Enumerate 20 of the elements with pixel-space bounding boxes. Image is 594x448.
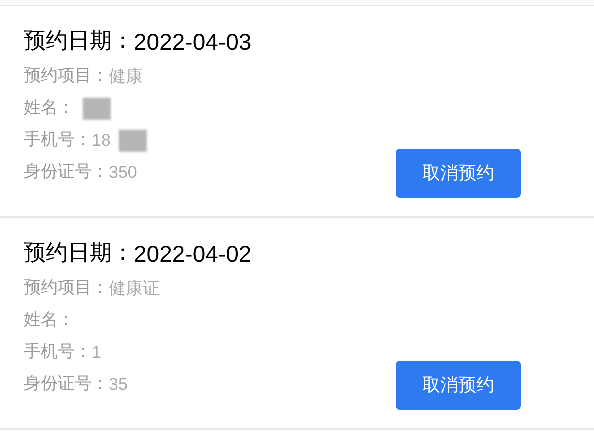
field-value: 18: [92, 130, 111, 152]
field-label: 身份证号：: [24, 161, 109, 184]
date-label: 预约日期：: [24, 240, 134, 268]
field-label: 预约项目：: [24, 277, 109, 300]
date-label: 预约日期：: [24, 28, 134, 56]
cancel-appointment-button[interactable]: 取消预约: [396, 149, 521, 198]
field-label: 手机号：: [24, 129, 92, 152]
cancel-appointment-button[interactable]: 取消预约: [396, 361, 521, 410]
field-value: 健康: [109, 66, 143, 88]
appointment-date: 2022-04-02: [134, 240, 252, 268]
field-value: 35: [109, 374, 128, 396]
field-label: 预约项目：: [24, 65, 109, 88]
appointment-date: 2022-04-03: [134, 28, 252, 56]
field-label: 手机号：: [24, 341, 92, 364]
field-value: 健康证: [109, 278, 160, 300]
field-label: 姓名：: [24, 97, 75, 120]
field-value: 350: [109, 162, 138, 184]
field-label: 身份证号：: [24, 373, 109, 396]
field-label: 姓名：: [24, 309, 75, 332]
field-value: 1: [92, 342, 102, 364]
